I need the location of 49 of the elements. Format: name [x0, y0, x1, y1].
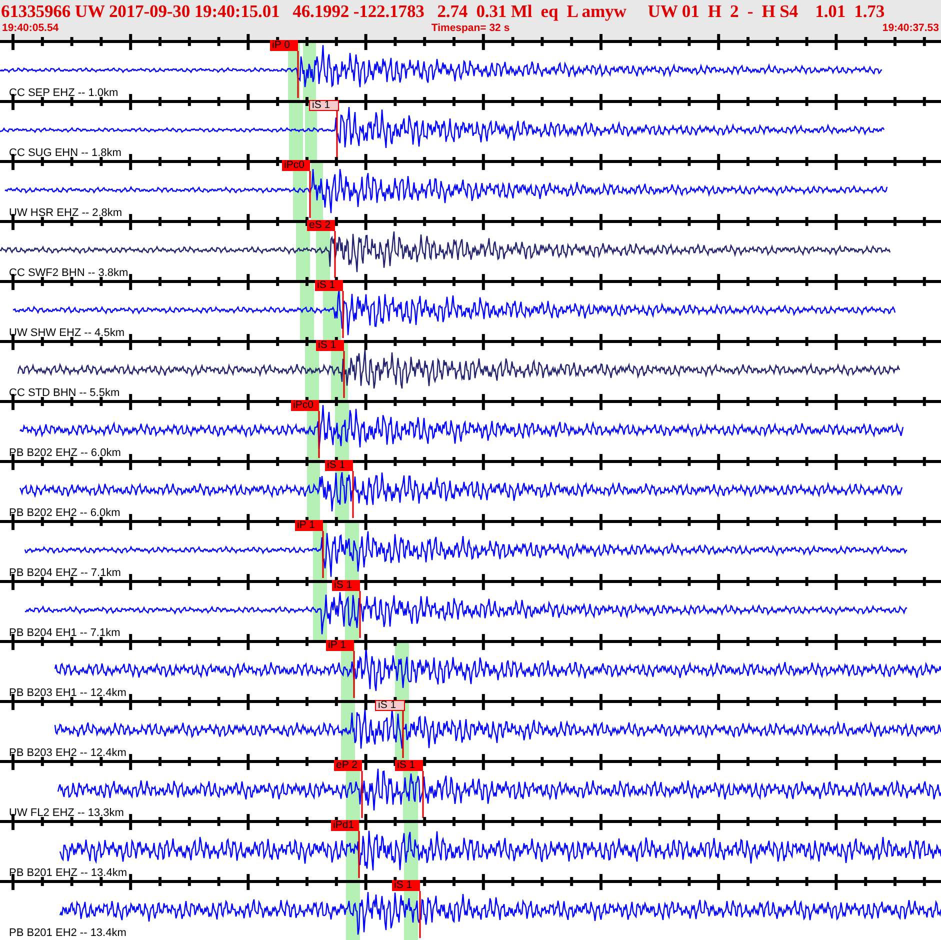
phase-pick-label[interactable]: iS 1: [315, 280, 343, 291]
pick-line: [318, 411, 320, 458]
pick-line: [361, 771, 363, 818]
pick-line: [358, 831, 360, 878]
phase-pick-label[interactable]: iPc0: [282, 160, 310, 171]
pick-line: [359, 591, 361, 638]
phase-pick-label[interactable]: eS 2: [307, 220, 335, 231]
timespan-label: Timespan= 32 s: [431, 21, 510, 35]
station-label: PB B201 EH2 -- 13.4km: [9, 927, 126, 939]
phase-pick-label[interactable]: iPc0: [291, 400, 319, 411]
station-label: PB B204 EHZ -- 7.1km: [9, 567, 121, 579]
station-label: PB B204 EH1 -- 7.1km: [9, 627, 120, 639]
phase-pick-label[interactable]: iS 1: [392, 880, 420, 891]
end-time: 19:40:37.53: [882, 21, 939, 35]
station-label: PB B203 EH2 -- 12.4km: [9, 747, 126, 759]
station-label: PB B201 EHZ -- 13.4km: [9, 867, 127, 879]
phase-pick-label[interactable]: iS 1: [325, 460, 353, 471]
time-window-band: [307, 463, 320, 520]
pick-line: [322, 531, 324, 578]
pick-line: [402, 711, 404, 758]
phase-pick-label[interactable]: iS 1: [309, 100, 339, 111]
pick-line: [353, 651, 355, 698]
phase-pick-label[interactable]: iP 1: [326, 640, 354, 651]
pick-line: [352, 471, 354, 518]
pick-line: [342, 291, 344, 338]
phase-pick-label[interactable]: iS 1: [332, 580, 360, 591]
station-label: PB B202 EHZ -- 6.0km: [9, 447, 121, 459]
pick-line: [297, 51, 299, 98]
pick-line: [334, 231, 336, 278]
time-window-band: [289, 103, 303, 160]
phase-pick-label[interactable]: eP 2: [334, 760, 362, 771]
phase-pick-label[interactable]: iS 1: [375, 700, 405, 711]
pick-line: [422, 771, 424, 818]
phase-pick-label[interactable]: iPd1: [331, 820, 359, 831]
event-summary: 61335966 UW 2017-09-30 19:40:15.01 46.1992 -122.1783 2.74 0.31 Ml eq L amyw UW 01 H 2 - H S4 1.01 1.73: [0, 0, 886, 21]
start-time: 19:40:05.54: [2, 21, 59, 35]
phase-pick-label[interactable]: iS 1: [395, 760, 423, 771]
pick-line: [309, 171, 311, 218]
time-window-band: [296, 223, 310, 280]
pick-line: [343, 351, 345, 398]
time-window-band: [300, 283, 314, 340]
pick-line: [336, 111, 338, 158]
station-label: PB B202 EH2 -- 6.0km: [9, 507, 120, 519]
phase-pick-label[interactable]: iP 0: [270, 40, 298, 51]
phase-pick-label[interactable]: iS 1: [316, 340, 344, 351]
phase-pick-label[interactable]: iP 1: [295, 520, 323, 531]
station-label: PB B203 EH1 -- 12.4km: [9, 687, 126, 699]
time-window-band: [305, 343, 319, 400]
pick-line: [419, 891, 421, 938]
